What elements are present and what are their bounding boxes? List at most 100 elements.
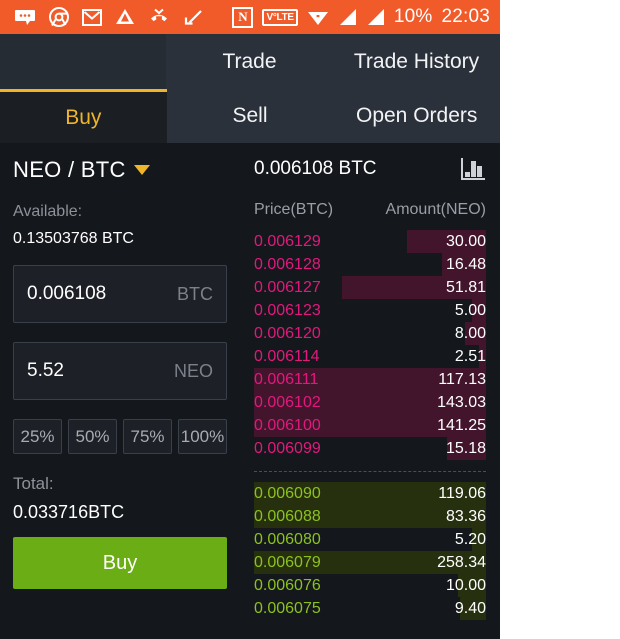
- bid-row[interactable]: 0.00607610.00: [254, 574, 486, 597]
- status-bar: N V°LTE 10% 22:03: [0, 0, 500, 34]
- chevron-down-icon: [134, 165, 150, 175]
- ask-amount: 141.25: [437, 417, 486, 435]
- missed-call-icon: [148, 8, 170, 26]
- messages-icon: [14, 9, 36, 26]
- orderbook-bid-list: 0.006090119.060.00608883.360.0060805.200…: [254, 482, 486, 620]
- volte-icon: V°LTE: [262, 9, 297, 26]
- orderbook-column-headers: Price(BTC) Amount(NEO): [254, 201, 486, 219]
- bid-row[interactable]: 0.006079258.34: [254, 551, 486, 574]
- nfc-icon: N: [232, 7, 253, 28]
- column-header-price: Price(BTC): [254, 201, 386, 219]
- ask-row[interactable]: 0.006102143.03: [254, 391, 486, 414]
- percent-button-25[interactable]: 25%: [13, 419, 62, 454]
- ask-amount: 2.51: [455, 348, 486, 366]
- drive-icon: [115, 8, 135, 26]
- ask-price: 0.006120: [254, 325, 455, 343]
- tab-sell[interactable]: Sell: [167, 89, 334, 143]
- orderbook-header: 0.006108 BTC: [254, 157, 486, 181]
- ask-price: 0.006111: [254, 371, 438, 389]
- bid-row[interactable]: 0.0060805.20: [254, 528, 486, 551]
- clock-label: 22:03: [441, 6, 490, 28]
- ask-price: 0.006128: [254, 256, 446, 274]
- ask-row[interactable]: 0.0061208.00: [254, 322, 486, 345]
- percent-button-75[interactable]: 75%: [123, 419, 172, 454]
- arrow-down-left-icon: [183, 9, 203, 26]
- ask-amount: 117.13: [438, 371, 486, 389]
- orderbook-separator-line: [254, 471, 486, 472]
- bid-price: 0.006079: [254, 554, 437, 572]
- ask-row[interactable]: 0.006100141.25: [254, 414, 486, 437]
- percent-button-50[interactable]: 50%: [68, 419, 117, 454]
- bid-row[interactable]: 0.006090119.06: [254, 482, 486, 505]
- percent-button-row: 25% 50% 75% 100%: [13, 419, 227, 454]
- bid-amount: 258.34: [437, 554, 486, 572]
- ask-row[interactable]: 0.0061235.00: [254, 299, 486, 322]
- chrome-icon: [49, 7, 69, 27]
- ask-price: 0.006127: [254, 279, 446, 297]
- bid-row[interactable]: 0.0060759.40: [254, 597, 486, 620]
- tab-buy[interactable]: Buy: [0, 89, 167, 143]
- ask-price: 0.006099: [254, 440, 446, 458]
- signal-bars-icon-1: [338, 8, 357, 26]
- bid-row[interactable]: 0.00608883.36: [254, 505, 486, 528]
- price-input[interactable]: 0.006108 BTC: [13, 265, 227, 323]
- total-value: 0.033716BTC: [13, 502, 227, 523]
- bid-price: 0.006088: [254, 508, 446, 526]
- orderbook-separator: [254, 460, 486, 482]
- status-bar-system-icons: N V°LTE 10% 22:03: [232, 6, 490, 28]
- ask-row[interactable]: 0.00612816.48: [254, 253, 486, 276]
- bid-price: 0.006075: [254, 600, 455, 618]
- available-label: Available:: [13, 203, 227, 221]
- ask-amount: 143.03: [437, 394, 486, 412]
- bid-price: 0.006080: [254, 531, 455, 549]
- ask-row[interactable]: 0.00609915.18: [254, 437, 486, 460]
- order-form-panel: NEO / BTC Available: 0.13503768 BTC 0.00…: [0, 143, 240, 639]
- available-value: 0.13503768 BTC: [13, 230, 227, 248]
- ask-amount: 5.00: [455, 302, 486, 320]
- tab-trade-history[interactable]: Trade History: [333, 34, 500, 89]
- ask-row[interactable]: 0.00612930.00: [254, 230, 486, 253]
- ask-price: 0.006100: [254, 417, 437, 435]
- content-area: NEO / BTC Available: 0.13503768 BTC 0.00…: [0, 143, 500, 639]
- total-label: Total:: [13, 474, 227, 494]
- bar-chart-icon[interactable]: [460, 157, 486, 181]
- bid-amount: 9.40: [455, 600, 486, 618]
- column-header-amount: Amount(NEO): [386, 201, 486, 219]
- ask-amount: 51.81: [446, 279, 486, 297]
- ask-amount: 15.18: [446, 440, 486, 458]
- status-bar-notification-icons: [14, 7, 203, 27]
- bid-amount: 119.06: [438, 485, 486, 503]
- orderbook-ask-list: 0.00612930.000.00612816.480.00612751.810…: [254, 230, 486, 460]
- ask-row[interactable]: 0.00612751.81: [254, 276, 486, 299]
- ask-price: 0.006114: [254, 348, 455, 366]
- last-price-label: 0.006108 BTC: [254, 158, 460, 180]
- pair-selector[interactable]: NEO / BTC: [13, 157, 227, 183]
- ask-price: 0.006123: [254, 302, 455, 320]
- tab-trade[interactable]: Trade: [166, 34, 333, 89]
- amount-input[interactable]: 5.52 NEO: [13, 342, 227, 400]
- ask-row[interactable]: 0.0061142.51: [254, 345, 486, 368]
- wifi-icon: [307, 8, 329, 26]
- ask-amount: 30.00: [446, 233, 486, 251]
- top-tab-bar: Trade Trade History: [0, 34, 500, 89]
- ask-amount: 8.00: [455, 325, 486, 343]
- amount-input-unit: NEO: [174, 361, 213, 382]
- ask-row[interactable]: 0.006111117.13: [254, 368, 486, 391]
- percent-button-100[interactable]: 100%: [178, 419, 227, 454]
- bid-price: 0.006076: [254, 577, 446, 595]
- top-tab-bar-spacer: [0, 34, 166, 89]
- bid-amount: 10.00: [446, 577, 486, 595]
- price-input-value: 0.006108: [27, 283, 177, 305]
- price-input-unit: BTC: [177, 284, 213, 305]
- bid-amount: 5.20: [455, 531, 486, 549]
- amount-input-value: 5.52: [27, 360, 174, 382]
- ask-amount: 16.48: [446, 256, 486, 274]
- signal-bars-icon-2: [366, 8, 385, 26]
- bid-price: 0.006090: [254, 485, 438, 503]
- ask-price: 0.006102: [254, 394, 437, 412]
- buy-submit-button[interactable]: Buy: [13, 537, 227, 589]
- ask-price: 0.006129: [254, 233, 446, 251]
- tab-open-orders[interactable]: Open Orders: [333, 89, 500, 143]
- sub-tab-bar: Buy Sell Open Orders: [0, 89, 500, 143]
- battery-percent-label: 10%: [394, 6, 433, 28]
